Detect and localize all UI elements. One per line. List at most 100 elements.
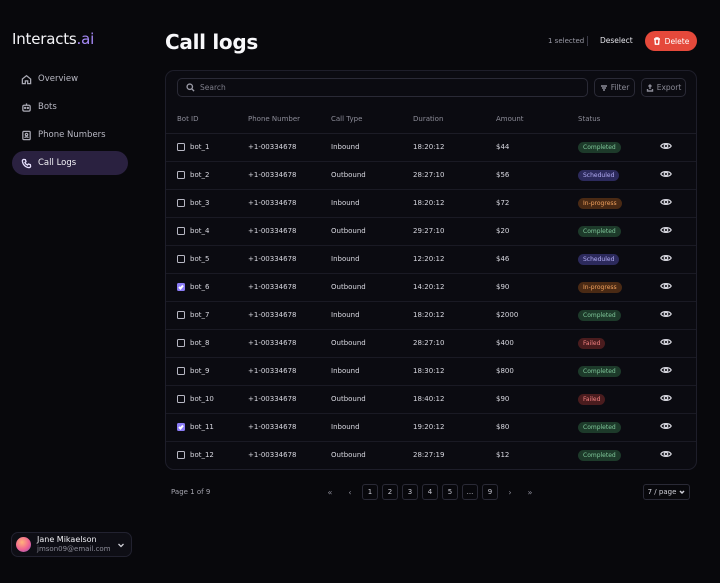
- status-badge: Scheduled: [578, 169, 620, 181]
- page-button[interactable]: 5: [442, 484, 458, 500]
- status-cell: Failed: [578, 385, 660, 414]
- table-row[interactable]: bot_11 +1-00334678 Inbound 19:20:12 $80 Compl…: [166, 413, 696, 442]
- row-checkbox[interactable]: [177, 423, 185, 431]
- row-checkbox[interactable]: [177, 311, 185, 319]
- bot-id-cell: bot_6: [166, 273, 248, 302]
- phone-number-cell: +1-00334678: [248, 385, 331, 414]
- bot-id-cell: bot_12: [166, 441, 248, 469]
- page-button[interactable]: 2: [382, 484, 398, 500]
- per-page-value: 7 / page: [647, 488, 677, 496]
- row-checkbox[interactable]: [177, 367, 185, 375]
- eye-icon[interactable]: [660, 169, 672, 179]
- table-row[interactable]: bot_5 +1-00334678 Inbound 12:20:12 $46 Schedu…: [166, 245, 696, 274]
- page-button[interactable]: 9: [482, 484, 498, 500]
- status-cell: Completed: [578, 441, 660, 469]
- search-input[interactable]: [200, 83, 560, 92]
- page-button[interactable]: 1: [362, 484, 378, 500]
- user-name: Jane Mikaelson: [37, 535, 97, 544]
- table-row[interactable]: bot_9 +1-00334678 Inbound 18:30:12 $800 Compl…: [166, 357, 696, 386]
- status-cell: Scheduled: [578, 245, 660, 274]
- call-type-cell: Inbound: [331, 413, 413, 442]
- call-type-cell: Outbound: [331, 329, 413, 358]
- table-row[interactable]: bot_6 +1-00334678 Outbound 14:20:12 $90 In-pr…: [166, 273, 696, 302]
- page-button[interactable]: 3: [402, 484, 418, 500]
- table-row[interactable]: bot_8 +1-00334678 Outbound 28:27:10 $400 Fail…: [166, 329, 696, 358]
- sidebar-item-overview[interactable]: Overview: [12, 67, 128, 91]
- sidebar-item-label: Call Logs: [38, 158, 77, 168]
- eye-icon[interactable]: [660, 421, 672, 431]
- export-button[interactable]: Export: [641, 78, 686, 97]
- table-row[interactable]: bot_1 +1-00334678 Inbound 18:20:12 $44 Comple…: [166, 133, 696, 162]
- view-cell: [660, 413, 696, 442]
- row-checkbox[interactable]: [177, 395, 185, 403]
- phone-number-cell: +1-00334678: [248, 357, 331, 386]
- amount-cell: $20: [496, 217, 578, 246]
- deselect-button[interactable]: Deselect: [600, 36, 633, 45]
- table-row[interactable]: bot_2 +1-00334678 Outbound 28:27:10 $56 Sched…: [166, 161, 696, 190]
- next-page-button[interactable]: ›: [502, 484, 518, 500]
- row-checkbox[interactable]: [177, 199, 185, 207]
- duration-cell: 18:20:12: [413, 301, 496, 330]
- eye-icon[interactable]: [660, 449, 672, 459]
- sidebar-item-call-logs[interactable]: Call Logs: [12, 151, 128, 175]
- phone-number-cell: +1-00334678: [248, 161, 331, 190]
- table-row[interactable]: bot_12 +1-00334678 Outbound 28:27:19 $12 Comp…: [166, 441, 696, 469]
- bot-id: bot_4: [190, 227, 210, 235]
- app-root: Interacts.ai Overview Bots Phone Numbers…: [0, 0, 720, 583]
- eye-icon[interactable]: [660, 309, 672, 319]
- page-ellipsis[interactable]: ...: [462, 484, 478, 500]
- home-icon: [21, 74, 32, 84]
- header-divider: [587, 36, 588, 46]
- last-page-button[interactable]: »: [522, 484, 538, 500]
- row-checkbox[interactable]: [177, 283, 185, 291]
- row-checkbox[interactable]: [177, 255, 185, 263]
- amount-cell: $90: [496, 385, 578, 414]
- search-box[interactable]: [177, 78, 588, 97]
- first-page-button[interactable]: «: [322, 484, 338, 500]
- row-checkbox[interactable]: [177, 171, 185, 179]
- eye-icon[interactable]: [660, 393, 672, 403]
- view-cell: [660, 161, 696, 190]
- status-cell: Scheduled: [578, 161, 660, 190]
- column-header-amount: Amount: [496, 105, 578, 134]
- page-button[interactable]: 4: [422, 484, 438, 500]
- sidebar-item-phone-numbers[interactable]: Phone Numbers: [12, 123, 128, 147]
- brand-suffix: .ai: [76, 30, 95, 48]
- sidebar-item-bots[interactable]: Bots: [12, 95, 128, 119]
- export-label: Export: [656, 83, 682, 92]
- phone-number-cell: +1-00334678: [248, 273, 331, 302]
- bot-id-cell: bot_4: [166, 217, 248, 246]
- eye-icon[interactable]: [660, 197, 672, 207]
- row-checkbox[interactable]: [177, 227, 185, 235]
- bot-id: bot_12: [190, 451, 214, 460]
- row-checkbox[interactable]: [177, 143, 185, 151]
- eye-icon[interactable]: [660, 337, 672, 347]
- filter-icon: [600, 84, 607, 91]
- chevron-down-icon[interactable]: [117, 541, 125, 549]
- filter-button[interactable]: Filter: [594, 78, 635, 97]
- bot-id: bot_5: [190, 255, 210, 263]
- eye-icon[interactable]: [660, 141, 672, 151]
- row-checkbox[interactable]: [177, 339, 185, 347]
- view-cell: [660, 189, 696, 218]
- table-row[interactable]: bot_7 +1-00334678 Inbound 18:20:12 $2000 Comp…: [166, 301, 696, 330]
- eye-icon[interactable]: [660, 365, 672, 375]
- table-row[interactable]: bot_10 +1-00334678 Outbound 18:40:12 $90 Fail…: [166, 385, 696, 414]
- status-badge: In-progress: [578, 197, 622, 209]
- eye-icon[interactable]: [660, 253, 672, 263]
- per-page-select[interactable]: 7 / page: [643, 484, 690, 500]
- delete-button[interactable]: Delete: [645, 31, 697, 51]
- row-checkbox[interactable]: [177, 451, 185, 460]
- table-row[interactable]: bot_3 +1-00334678 Inbound 18:20:12 $72 In-pro…: [166, 189, 696, 218]
- table-row[interactable]: bot_4 +1-00334678 Outbound 29:27:10 $20 Compl…: [166, 217, 696, 246]
- eye-icon[interactable]: [660, 281, 672, 291]
- table-header-row: Bot ID Phone Number Call Type Duration A…: [166, 105, 696, 134]
- prev-page-button[interactable]: ‹: [342, 484, 358, 500]
- bot-id-cell: bot_5: [166, 245, 248, 274]
- bot-id-cell: bot_9: [166, 357, 248, 386]
- sidebar: Interacts.ai Overview Bots Phone Numbers…: [0, 0, 140, 583]
- eye-icon[interactable]: [660, 225, 672, 235]
- column-header-call-type: Call Type: [331, 105, 413, 134]
- bot-id-cell: bot_10: [166, 385, 248, 414]
- user-menu[interactable]: Jane Mikaelson jmson09@email.com: [11, 532, 132, 557]
